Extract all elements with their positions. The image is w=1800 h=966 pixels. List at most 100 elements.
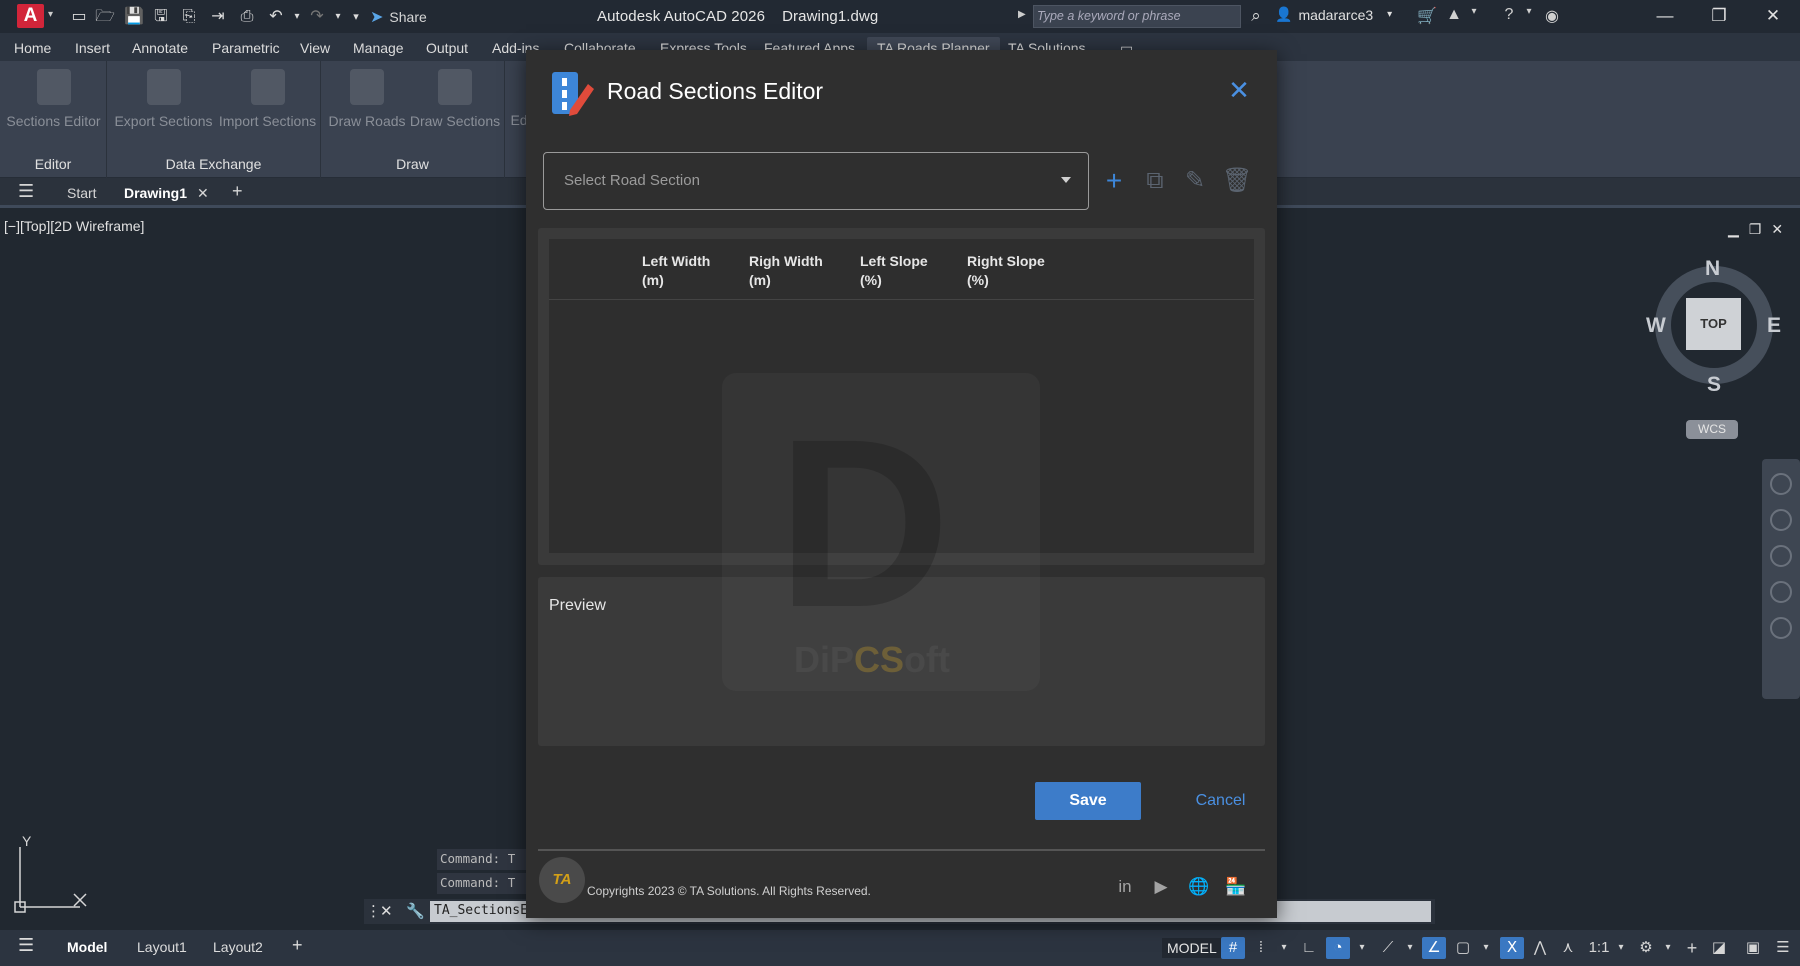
open-folder-icon[interactable]: 🗁 bbox=[95, 7, 115, 27]
tab-start[interactable]: Start bbox=[67, 185, 97, 201]
edit-section-icon[interactable]: ✎ bbox=[1181, 167, 1209, 195]
viewport-label[interactable]: [−][Top][2D Wireframe] bbox=[4, 218, 144, 234]
snap-icon[interactable]: ⁞ bbox=[1249, 937, 1273, 959]
share-button[interactable]: ➤ Share bbox=[370, 7, 427, 27]
save-button[interactable]: Save bbox=[1035, 782, 1141, 820]
minimize-window-icon[interactable]: — bbox=[1639, 0, 1691, 33]
workspace-caret-icon[interactable]: ▾ bbox=[1656, 937, 1680, 959]
viewport-minimize-icon[interactable]: ▁ bbox=[1728, 221, 1739, 238]
grip-handle-icon[interactable]: ⋮ bbox=[366, 902, 381, 920]
close-command-line-icon[interactable]: ✕ bbox=[380, 902, 393, 920]
column-header-left-slope[interactable]: Left Slope (%) bbox=[860, 252, 928, 290]
undo-icon[interactable]: ↶ bbox=[266, 7, 286, 27]
store-icon[interactable]: 🏪 bbox=[1224, 875, 1248, 899]
menu-hamburger-icon[interactable]: ☰ bbox=[18, 181, 34, 202]
model-space-toggle[interactable]: MODEL bbox=[1162, 938, 1222, 958]
orbit-icon[interactable] bbox=[1770, 581, 1792, 603]
linkedin-icon[interactable]: in bbox=[1113, 875, 1137, 899]
object-snap-caret-icon[interactable]: ▾ bbox=[1474, 937, 1498, 959]
polar-tracking-icon[interactable]: ◔ bbox=[1326, 937, 1350, 959]
youtube-icon[interactable]: ▶ bbox=[1149, 875, 1173, 899]
object-snap-tracking-icon[interactable]: ∠ bbox=[1422, 937, 1446, 959]
new-file-icon[interactable]: ▭ bbox=[69, 7, 89, 27]
help-search-input[interactable]: Type a keyword or phrase bbox=[1033, 5, 1241, 28]
customize-qat-icon[interactable]: ▾ bbox=[346, 7, 366, 27]
fullscreen-icon[interactable]: ▣ bbox=[1741, 937, 1765, 959]
import-sections-button[interactable]: Import Sections bbox=[215, 69, 320, 129]
annotation-monitor-plus-icon[interactable]: + bbox=[1680, 937, 1704, 959]
restore-window-icon[interactable]: ❐ bbox=[1693, 0, 1745, 33]
search-icon[interactable]: ⌕ bbox=[1245, 6, 1267, 28]
tab-view[interactable]: View bbox=[300, 40, 330, 56]
app-caret-icon[interactable]: ▾ bbox=[1463, 6, 1485, 17]
zoom-extents-icon[interactable] bbox=[1770, 545, 1792, 567]
tab-manage[interactable]: Manage bbox=[353, 40, 404, 56]
cart-icon[interactable]: 🛒 bbox=[1416, 6, 1438, 26]
undo-caret-icon[interactable]: ▾ bbox=[287, 7, 307, 27]
feedback-icon[interactable]: ◉ bbox=[1541, 6, 1563, 26]
help-caret-icon[interactable]: ▾ bbox=[1518, 6, 1540, 17]
column-header-left-width[interactable]: Left Width (m) bbox=[642, 252, 710, 290]
save-icon[interactable]: 💾 bbox=[124, 7, 144, 27]
tab-output[interactable]: Output bbox=[426, 40, 468, 56]
viewcube[interactable]: TOP N S E W bbox=[1646, 257, 1782, 396]
isolate-objects-icon[interactable]: ◪ bbox=[1707, 937, 1731, 959]
snap-caret-icon[interactable]: ▾ bbox=[1272, 937, 1296, 959]
road-section-select[interactable]: Select Road Section bbox=[543, 152, 1089, 210]
tab-model[interactable]: Model bbox=[67, 939, 107, 955]
isodraft-caret-icon[interactable]: ▾ bbox=[1398, 937, 1422, 959]
import-icon[interactable]: ⇥ bbox=[208, 7, 228, 27]
annotation-scale-icon[interactable]: ⋏ bbox=[1556, 937, 1580, 959]
tab-layout1[interactable]: Layout1 bbox=[137, 939, 187, 955]
export-sections-button[interactable]: Export Sections bbox=[111, 69, 216, 129]
new-tab-plus-icon[interactable]: + bbox=[232, 181, 243, 202]
tab-annotate[interactable]: Annotate bbox=[132, 40, 188, 56]
viewcube-top-face[interactable]: TOP bbox=[1686, 298, 1741, 350]
close-window-icon[interactable]: ✕ bbox=[1747, 0, 1799, 33]
close-dialog-icon[interactable]: ✕ bbox=[1224, 75, 1254, 105]
customize-wrench-icon[interactable]: 🔧 bbox=[406, 902, 425, 920]
auto-scale-icon[interactable]: ⋀ bbox=[1528, 937, 1552, 959]
customize-status-bar-icon[interactable]: ☰ bbox=[1771, 937, 1795, 959]
close-tab-icon[interactable]: ✕ bbox=[197, 185, 209, 202]
compass-south[interactable]: S bbox=[1707, 373, 1721, 397]
scale-caret-icon[interactable]: ▾ bbox=[1609, 937, 1633, 959]
tab-layout2[interactable]: Layout2 bbox=[213, 939, 263, 955]
steering-wheel-icon[interactable] bbox=[1770, 473, 1792, 495]
pan-icon[interactable] bbox=[1770, 509, 1792, 531]
ortho-icon[interactable]: ∟ bbox=[1297, 937, 1321, 959]
delete-section-icon[interactable]: 🗑 bbox=[1222, 167, 1252, 195]
column-header-right-slope[interactable]: Right Slope (%) bbox=[967, 252, 1045, 290]
compass-east[interactable]: E bbox=[1767, 314, 1781, 338]
object-snap-icon[interactable]: ▢ bbox=[1451, 937, 1475, 959]
export-icon[interactable]: ⎘ bbox=[179, 7, 199, 27]
column-header-right-width[interactable]: Righ Width (m) bbox=[749, 252, 823, 290]
sections-editor-button[interactable]: Sections Editor bbox=[5, 69, 102, 129]
search-expand-icon[interactable]: ▶ bbox=[1018, 9, 1026, 20]
tab-home[interactable]: Home bbox=[14, 40, 51, 56]
app-menu-caret-icon[interactable]: ▾ bbox=[48, 9, 53, 20]
autodesk-app-icon[interactable]: ▲ bbox=[1443, 6, 1465, 24]
viewport-restore-icon[interactable]: ❐ bbox=[1749, 221, 1762, 238]
grid-icon[interactable]: # bbox=[1221, 937, 1245, 959]
draw-roads-button[interactable]: Draw Roads bbox=[324, 69, 410, 129]
draw-sections-button[interactable]: Draw Sections bbox=[409, 69, 501, 129]
compass-west[interactable]: W bbox=[1646, 314, 1666, 338]
isodraft-icon[interactable]: ⟋ bbox=[1376, 937, 1400, 959]
annotation-visibility-icon[interactable]: Ⅹ bbox=[1500, 937, 1524, 959]
tab-insert[interactable]: Insert bbox=[75, 40, 110, 56]
redo-icon[interactable]: ↷ bbox=[307, 7, 327, 27]
cancel-button[interactable]: Cancel bbox=[1168, 782, 1273, 820]
add-layout-plus-icon[interactable]: + bbox=[292, 935, 303, 956]
viewport-close-icon[interactable]: ✕ bbox=[1771, 221, 1783, 238]
print-icon[interactable]: ⎙ bbox=[237, 7, 257, 27]
add-section-icon[interactable]: + bbox=[1100, 167, 1128, 195]
redo-caret-icon[interactable]: ▾ bbox=[328, 7, 348, 27]
tab-drawing1[interactable]: Drawing1 bbox=[124, 185, 187, 201]
wcs-menu-button[interactable]: WCS bbox=[1686, 420, 1738, 439]
compass-north[interactable]: N bbox=[1705, 257, 1720, 281]
save-as-icon[interactable]: 🖫 bbox=[151, 7, 171, 27]
user-account-button[interactable]: 👤 madararce3 ▾ bbox=[1275, 6, 1392, 23]
copy-section-icon[interactable]: ⧉ bbox=[1141, 167, 1169, 195]
tab-parametric[interactable]: Parametric bbox=[212, 40, 280, 56]
